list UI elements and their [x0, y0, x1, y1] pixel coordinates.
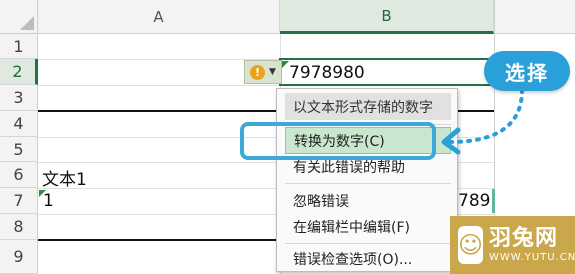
cell-b7-marker [492, 189, 495, 213]
error-indicator-icon [282, 61, 289, 68]
row-header-5[interactable]: 5 [0, 137, 38, 162]
dotted-arrow-icon [441, 88, 524, 155]
row-header-4[interactable]: 4 [0, 111, 38, 137]
watermark-logo: ☺ 羽兔网 WWW.YUTU.CN [450, 216, 575, 274]
row-header-8[interactable]: 8 [0, 214, 38, 240]
row-header-2[interactable]: 2 [0, 59, 38, 85]
brand-logo-icon: ☺ [458, 226, 484, 264]
warning-icon: ! [250, 64, 265, 80]
row-header-1[interactable]: 1 [0, 34, 38, 59]
error-context-menu: 以文本形式存储的数字 转换为数字(C) 有关此错误的帮助 忽略错误 在编辑栏中编… [276, 88, 458, 272]
corner-triangle-icon [20, 16, 34, 30]
highlight-ring [240, 122, 436, 160]
watermark-url: WWW.YUTU.CN [489, 251, 575, 263]
chevron-down-icon: ▼ [269, 67, 276, 77]
cell-b2-value: 7978980 [289, 63, 365, 83]
row-header-6[interactable]: 6 [0, 162, 38, 188]
cell-b7-value[interactable]: 789 [458, 191, 490, 211]
menu-separator [285, 183, 451, 184]
column-header-b[interactable]: B [280, 0, 494, 34]
menu-item-ignore-error[interactable]: 忽略错误 [285, 187, 451, 214]
menu-title: 以文本形式存储的数字 [285, 93, 451, 120]
error-options-button[interactable]: ! ▼ [244, 60, 282, 84]
callout-bubble: 选择 [484, 51, 570, 91]
row-header-9[interactable]: 9 [0, 240, 38, 274]
cell-a7-value[interactable]: 1 [43, 191, 54, 211]
column-header-a[interactable]: A [38, 0, 280, 34]
active-cell-b2[interactable]: 7978980 [279, 58, 495, 86]
menu-separator [285, 243, 451, 244]
cell-a6-value[interactable]: 文本1 [42, 165, 87, 190]
watermark-brand: 羽兔网 [489, 226, 559, 252]
select-all-corner[interactable] [0, 0, 38, 34]
row-header-7[interactable]: 7 [0, 188, 38, 214]
menu-item-edit-in-formula-bar[interactable]: 在编辑栏中编辑(F) [285, 213, 451, 240]
row-header-3[interactable]: 3 [0, 85, 38, 111]
menu-item-error-checking-options[interactable]: 错误检查选项(O)... [285, 245, 451, 272]
